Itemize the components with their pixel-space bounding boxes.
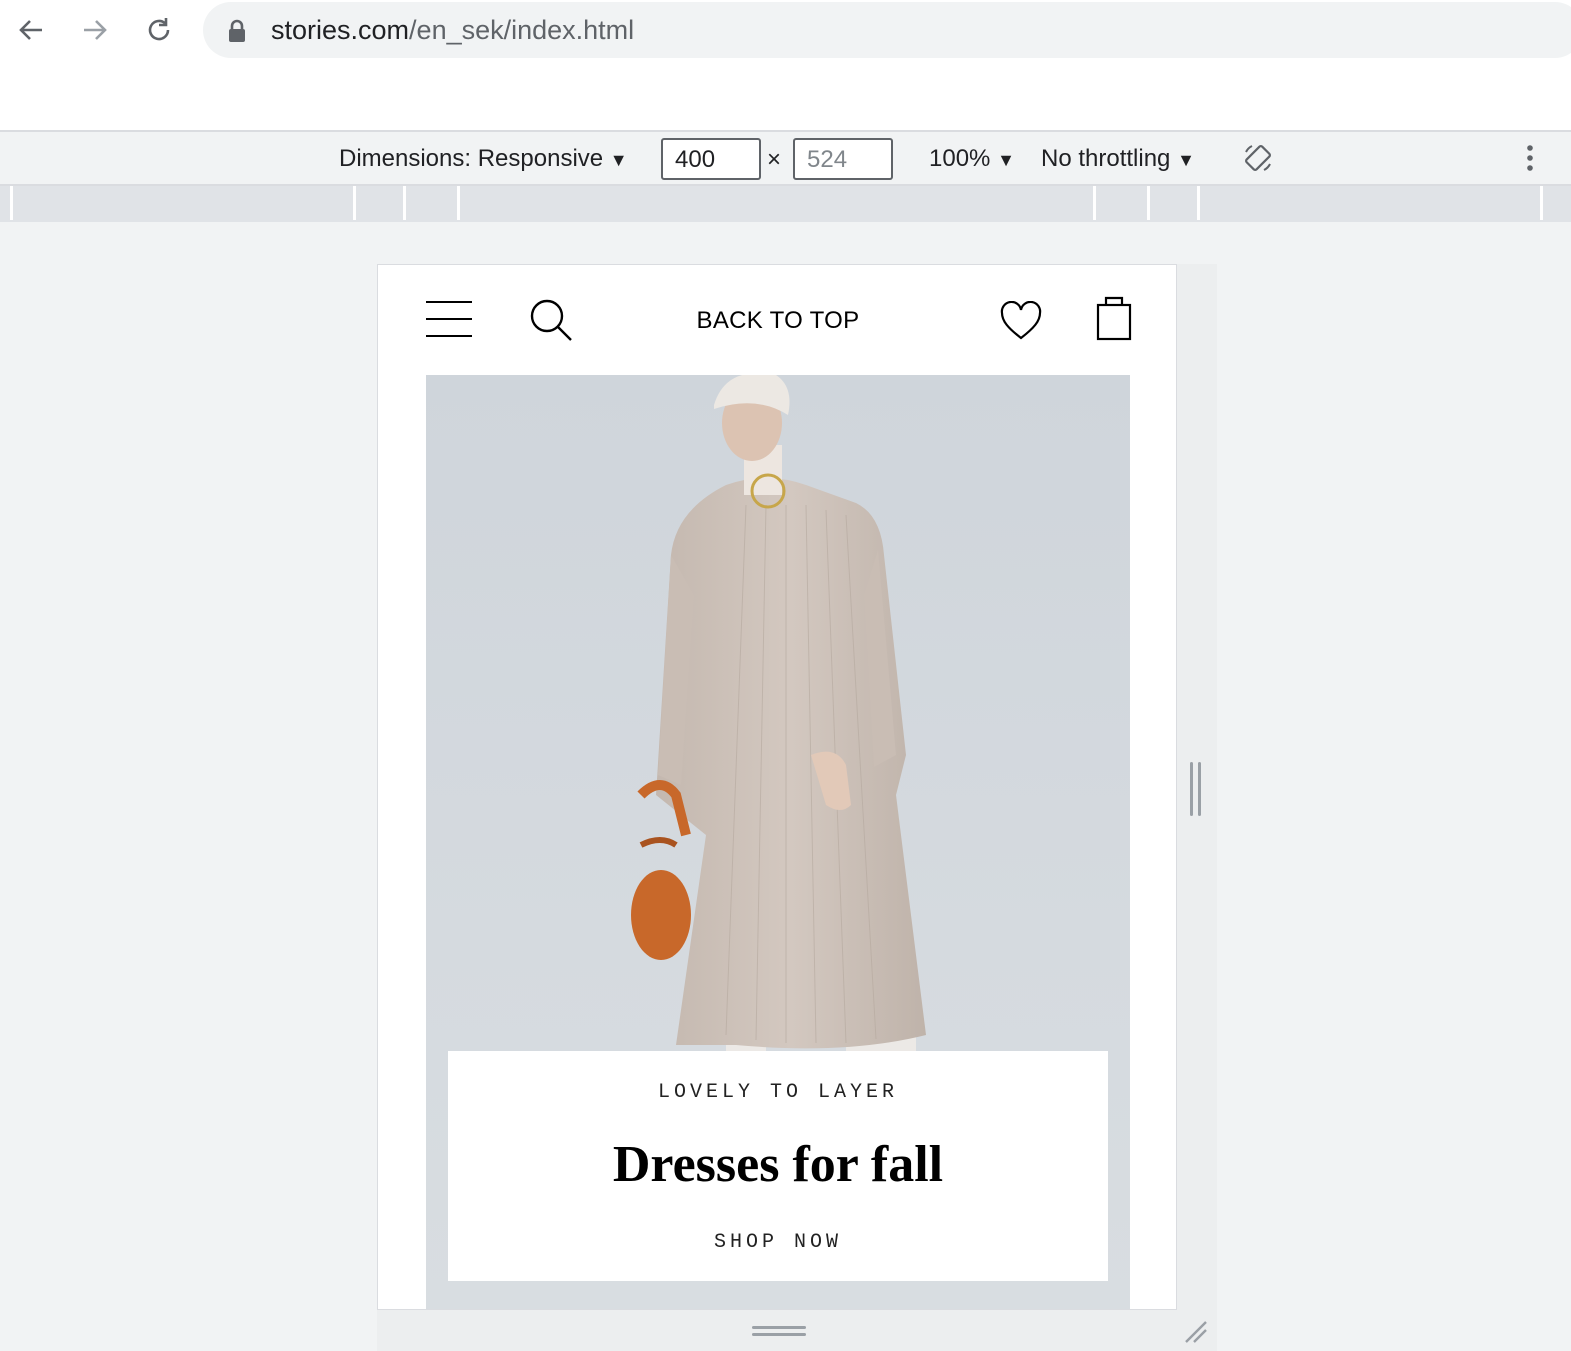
arrow-right-icon [84,20,107,40]
dimensions-dropdown[interactable]: Dimensions: Responsive ▼ [339,145,628,173]
arrow-left-icon [19,20,42,40]
promo-card: LOVELY TO LAYER Dresses for fall SHOP NO… [448,1051,1108,1281]
more-options-icon[interactable] [1520,142,1540,174]
throttling-label: No throttling [1041,145,1171,172]
height-input[interactable]: 524 [793,138,893,180]
media-query-tick [1197,186,1200,220]
zoom-dropdown[interactable]: 100% ▼ [929,145,1015,173]
media-query-tick [403,186,406,220]
browser-toolbar: stories.com/en_sek/index.html [0,0,1571,130]
times-sign: × [767,146,782,173]
corner-resize-icon[interactable] [1182,1318,1210,1346]
back-to-top-link[interactable]: BACK TO TOP [378,307,1176,335]
caret-down-icon: ▼ [997,150,1015,170]
right-resize-handle[interactable] [1190,762,1204,816]
media-query-tick [10,186,13,220]
bottom-resize-handle[interactable] [752,1326,806,1340]
url-path: /en_sek/index.html [409,15,635,45]
zoom-label: 100% [929,145,991,172]
reload-button[interactable] [139,10,179,50]
media-query-tick [353,186,356,220]
lock-icon [229,19,245,42]
dimensions-label: Dimensions: Responsive [339,145,604,172]
hero-banner[interactable]: LOVELY TO LAYER Dresses for fall SHOP NO… [426,375,1130,1309]
media-query-tick [1540,186,1543,220]
forward-button[interactable] [75,10,115,50]
media-query-tick [1093,186,1096,220]
back-button[interactable] [11,10,51,50]
heart-icon[interactable] [1000,301,1042,341]
url-domain: stories.com [271,15,410,45]
caret-down-icon: ▼ [1177,150,1195,170]
shop-now-link[interactable]: SHOP NOW [448,1231,1108,1254]
promo-title: Dresses for fall [612,1136,944,1193]
rotate-icon[interactable] [1242,142,1274,174]
throttling-dropdown[interactable]: No throttling ▼ [1041,145,1195,173]
media-query-tick [457,186,460,220]
media-query-bar[interactable] [0,186,1571,222]
promo-kicker: LOVELY TO LAYER [657,1081,899,1104]
caret-down-icon: ▼ [609,150,628,170]
shopping-bag-icon[interactable] [1096,295,1132,341]
site-header: BACK TO TOP [378,265,1176,375]
emulated-viewport: BACK TO TOP LOVELY TO LAYER Dresses for … [377,264,1177,1310]
reload-icon [148,18,170,41]
address-bar[interactable]: stories.com/en_sek/index.html [203,2,1571,58]
url-text: stories.com/en_sek/index.html [271,15,634,46]
device-toolbar: Dimensions: Responsive ▼ 400 × 524 100% … [0,130,1571,186]
media-query-tick [1147,186,1150,220]
width-input[interactable]: 400 [661,138,761,180]
